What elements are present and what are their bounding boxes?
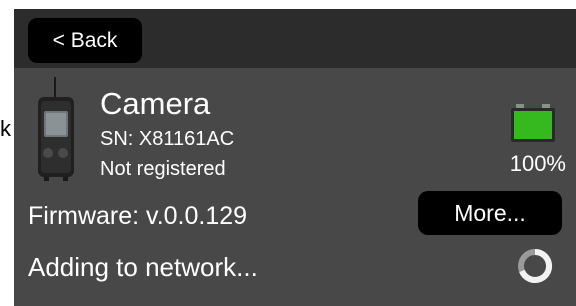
clipped-background-text: k xyxy=(0,116,11,141)
top-bar: < Back xyxy=(14,9,576,68)
device-name: Camera xyxy=(100,86,211,121)
serial-number: SN: X81161AC xyxy=(100,128,235,150)
back-button[interactable]: < Back xyxy=(28,18,142,63)
loading-spinner-icon xyxy=(518,248,553,283)
network-status: Adding to network... xyxy=(28,252,258,282)
more-button[interactable]: More... xyxy=(418,191,562,235)
battery-percentage: 100% xyxy=(509,151,566,176)
registration-status: Not registered xyxy=(100,158,226,180)
device-detail-screen: < Back Camera SN: X81161AC Not registere… xyxy=(14,9,576,306)
battery-icon xyxy=(511,104,555,142)
camera-device-icon xyxy=(38,77,74,181)
firmware-version: Firmware: v.0.0.129 xyxy=(28,202,248,230)
